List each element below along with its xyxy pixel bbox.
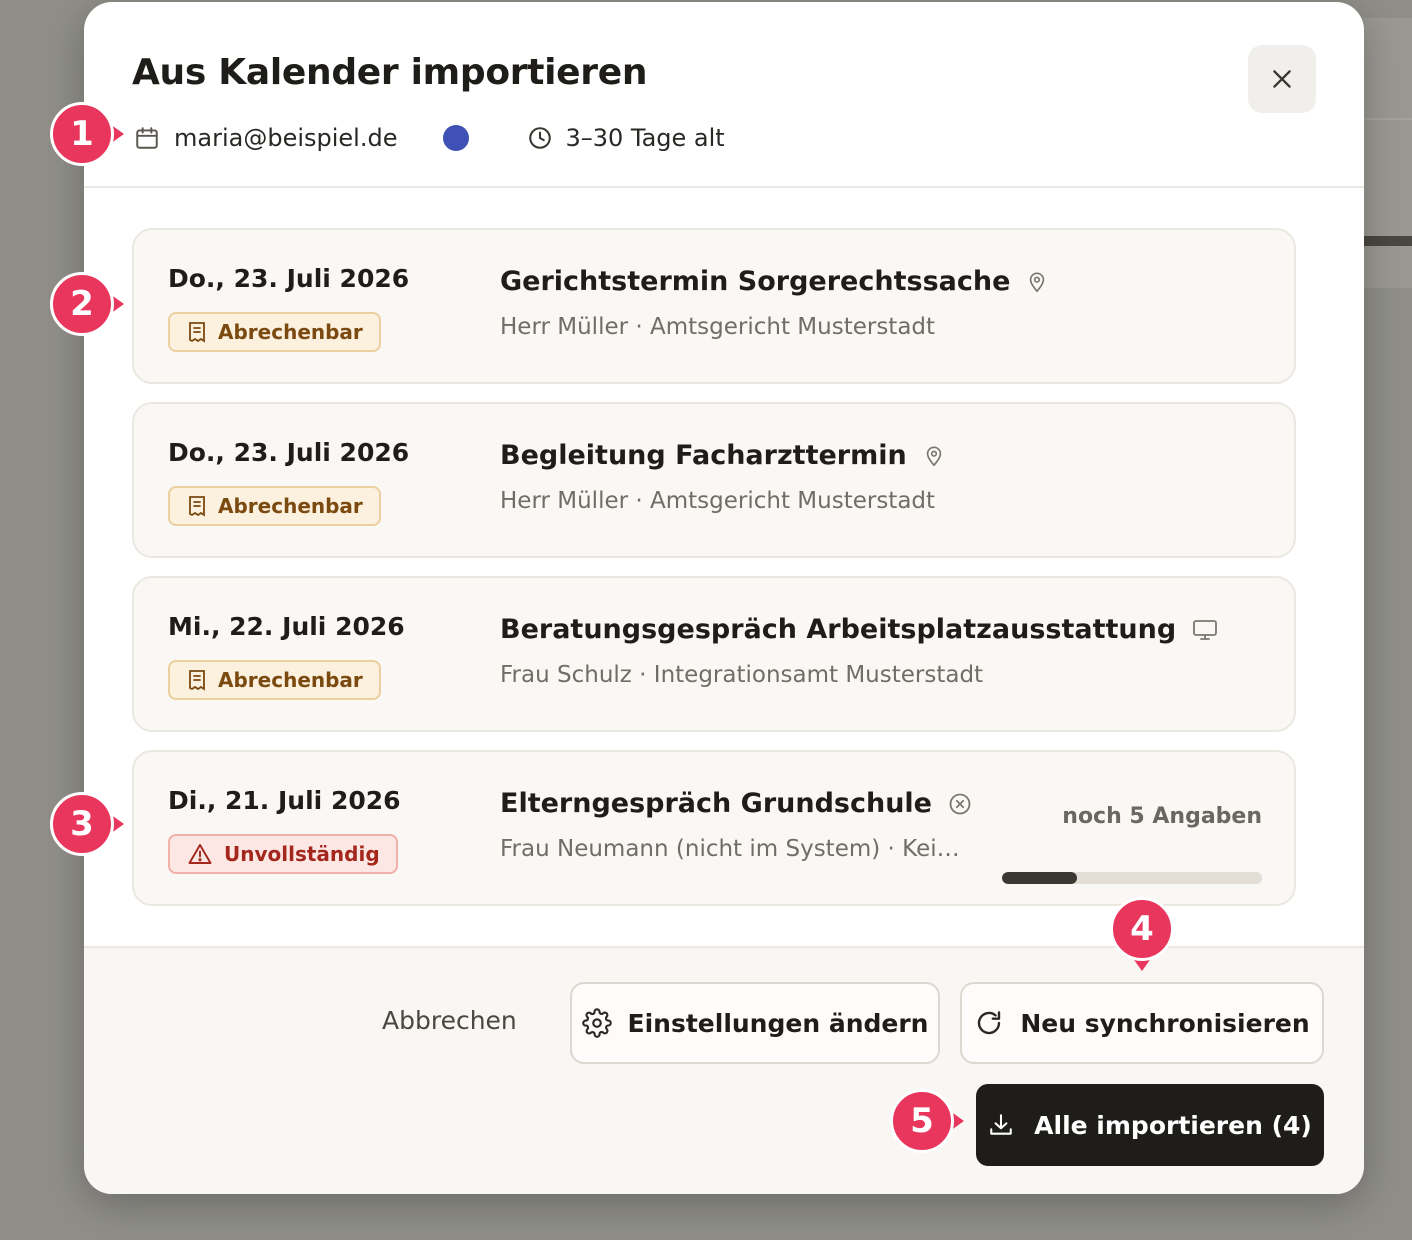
dialog-footer: Abbrechen Einstellungen ändern Neu synch…	[84, 946, 1364, 1194]
event-date: Di., 21. Juli 2026	[168, 786, 401, 815]
import-calendar-dialog: Aus Kalender importieren maria@beispiel.…	[84, 2, 1364, 1194]
annotation-marker-4: 4	[1110, 897, 1174, 971]
account-email: maria@beispiel.de	[174, 124, 398, 152]
remaining-fields-label: noch 5 Angaben	[1062, 804, 1262, 829]
calendar-color-dot	[443, 125, 470, 151]
billable-badge: Abrechenbar	[168, 660, 381, 700]
age-range: 3–30 Tage alt	[565, 124, 725, 152]
background-divider	[1362, 118, 1412, 120]
annotation-marker-5: 5	[890, 1089, 964, 1153]
event-date: Mi., 22. Juli 2026	[168, 612, 405, 641]
event-subtitle: Herr Müller · Amtsgericht Musterstadt	[500, 314, 936, 340]
clock-icon	[529, 127, 552, 149]
event-title: Elterngespräch Grundschule	[500, 788, 972, 819]
event-title: Begleitung Facharzttermin	[500, 440, 945, 471]
receipt-icon	[189, 496, 205, 517]
download-icon	[990, 1114, 1012, 1135]
event-title: Beratungsgespräch Arbeitsplatzausstattun…	[500, 614, 1218, 645]
event-title: Gerichtstermin Sorgerechtssache	[500, 266, 1048, 297]
import-all-button[interactable]: Alle importieren (4)	[976, 1084, 1324, 1166]
calendar-icon	[136, 127, 158, 149]
event-subtitle: Frau Schulz · Integrationsamt Musterstad…	[500, 662, 984, 688]
event-subtitle: Herr Müller · Amtsgericht Musterstadt	[500, 488, 936, 514]
dialog-header: Aus Kalender importieren maria@beispiel.…	[84, 2, 1364, 188]
close-icon	[1273, 70, 1291, 88]
event-card[interactable]: Do., 23. Juli 2026 Abrechenbar Gerichtst…	[132, 228, 1296, 384]
resync-button[interactable]: Neu synchronisieren	[960, 982, 1324, 1064]
monitor-icon	[1193, 619, 1218, 640]
change-settings-button[interactable]: Einstellungen ändern	[570, 982, 940, 1064]
background-divider	[1362, 236, 1412, 246]
dialog-title: Aus Kalender importieren	[132, 52, 648, 93]
location-pin-icon	[926, 445, 941, 466]
completion-progress-bar	[1002, 872, 1262, 884]
event-subtitle: Frau Neumann (nicht im System) · Kein ..…	[500, 836, 970, 862]
gear-icon	[581, 1008, 612, 1038]
annotation-marker-2: 2	[50, 272, 124, 336]
calendar-meta: maria@beispiel.de 3–30 Tage alt	[134, 120, 725, 156]
incomplete-badge: Unvollständig	[168, 834, 398, 874]
receipt-icon	[189, 322, 205, 343]
event-card[interactable]: Di., 21. Juli 2026 Unvollständig Elterng…	[132, 750, 1296, 906]
annotation-marker-3: 3	[50, 792, 124, 856]
account-info: maria@beispiel.de	[134, 124, 397, 152]
billable-badge: Abrechenbar	[168, 312, 381, 352]
location-pin-icon	[1030, 271, 1045, 292]
age-filter: 3–30 Tage alt	[527, 124, 725, 152]
event-date: Do., 23. Juli 2026	[168, 264, 410, 293]
refresh-icon	[978, 1011, 1001, 1035]
annotation-marker-1: 1	[50, 102, 124, 166]
close-button[interactable]	[1248, 45, 1316, 113]
warning-icon	[188, 844, 212, 864]
event-date: Do., 23. Juli 2026	[168, 438, 410, 467]
background-app-panel	[1362, 18, 1412, 288]
event-card[interactable]: Mi., 22. Juli 2026 Abrechenbar Beratungs…	[132, 576, 1296, 732]
circle-x-icon	[949, 793, 971, 814]
event-list: Do., 23. Juli 2026 Abrechenbar Gerichtst…	[132, 228, 1296, 924]
billable-badge: Abrechenbar	[168, 486, 381, 526]
receipt-icon	[189, 670, 205, 691]
event-card[interactable]: Do., 23. Juli 2026 Abrechenbar Begleitun…	[132, 402, 1296, 558]
cancel-button[interactable]: Abbrechen	[382, 1006, 517, 1035]
completion-progress-fill	[1002, 872, 1078, 884]
